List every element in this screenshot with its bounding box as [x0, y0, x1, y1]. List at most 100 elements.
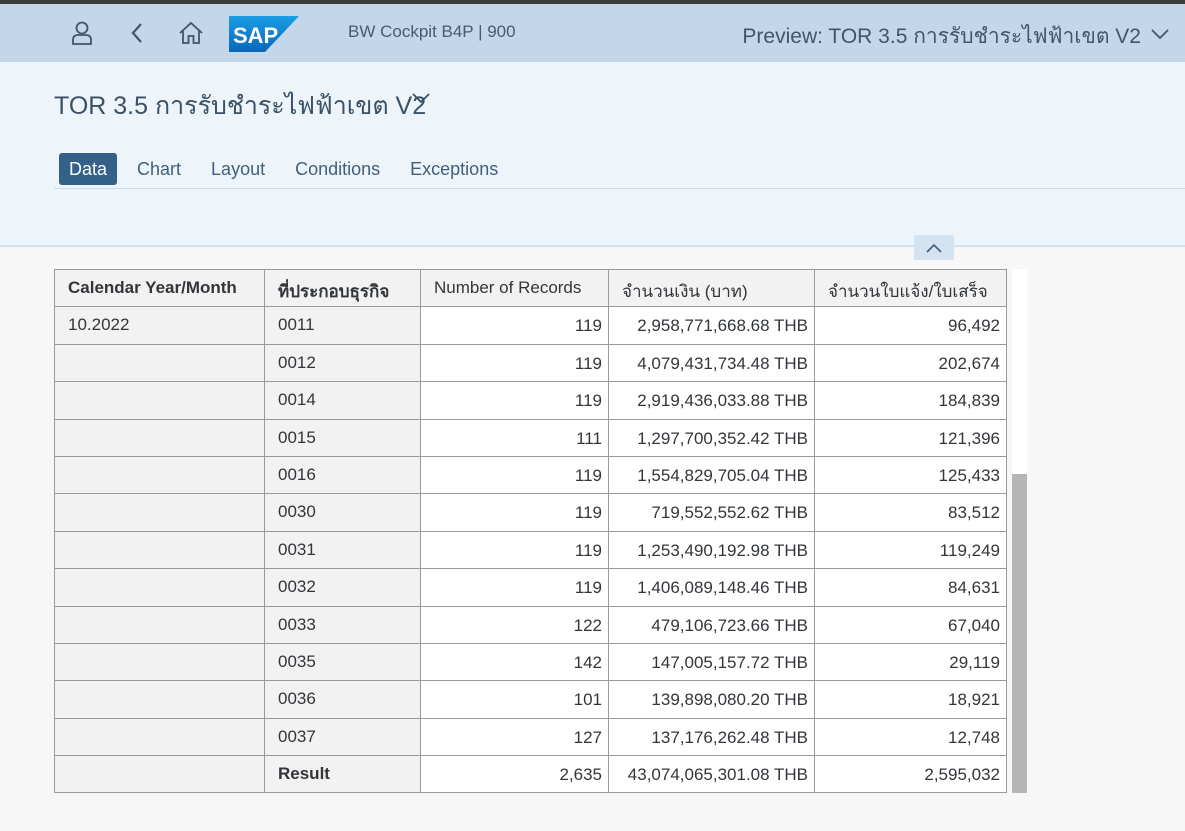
cell-record-count[interactable]: 119 — [420, 343, 609, 383]
cell-invoice-count[interactable]: 202,674 — [814, 343, 1007, 383]
cell-record-count[interactable]: 119 — [420, 381, 609, 420]
cell-business-place[interactable]: 0015 — [264, 418, 421, 457]
cell-business-place[interactable]: 0011 — [264, 306, 421, 345]
data-grid: Calendar Year/Month ที่ประกอบธุรกิจ Numb… — [54, 268, 1007, 794]
cell-record-count[interactable]: 142 — [420, 642, 609, 682]
cell-record-count[interactable]: 127 — [420, 717, 609, 757]
page-header: TOR 3.5 การรับชำระไฟฟ้าเขต V2 Data Chart… — [0, 62, 1185, 247]
cell-calendar-month[interactable] — [54, 717, 265, 757]
cell-invoice-count[interactable]: 184,839 — [814, 381, 1007, 420]
cell-amount[interactable]: 1,554,829,705.04 THB — [608, 455, 815, 495]
table-row: 0015 111 1,297,700,352.42 THB 121,396 — [54, 418, 1007, 457]
cell-amount[interactable]: 137,176,262.48 THB — [608, 717, 815, 757]
sap-logo[interactable]: SAP — [229, 16, 299, 52]
header-invoice-count[interactable]: จำนวนใบแจ้ง/ใบเสร็จ — [814, 268, 1007, 308]
tabs-divider — [54, 188, 1185, 189]
cell-calendar-month[interactable] — [54, 568, 265, 607]
cell-amount[interactable]: 1,406,089,148.46 THB — [608, 568, 815, 607]
cell-amount[interactable]: 139,898,080.20 THB — [608, 680, 815, 719]
cell-amount[interactable]: 43,074,065,301.08 THB — [608, 755, 815, 794]
cell-invoice-count[interactable]: 67,040 — [814, 605, 1007, 644]
cell-invoice-count[interactable]: 18,921 — [814, 680, 1007, 719]
cell-business-place[interactable]: Result — [264, 755, 421, 794]
cell-amount[interactable]: 2,958,771,668.68 THB — [608, 306, 815, 345]
cell-invoice-count[interactable]: 125,433 — [814, 455, 1007, 495]
page-title: TOR 3.5 การรับชำระไฟฟ้าเขต V2 — [54, 92, 427, 120]
cell-calendar-month[interactable] — [54, 680, 265, 719]
cell-invoice-count[interactable]: 121,396 — [814, 418, 1007, 457]
cell-business-place[interactable]: 0016 — [264, 455, 421, 495]
cell-record-count[interactable]: 2,635 — [420, 755, 609, 794]
table-row: 0037 127 137,176,262.48 THB 12,748 — [54, 717, 1007, 757]
cell-amount[interactable]: 719,552,552.62 THB — [608, 493, 815, 532]
cell-amount[interactable]: 147,005,157.72 THB — [608, 642, 815, 682]
cell-record-count[interactable]: 119 — [420, 493, 609, 532]
cell-business-place[interactable]: 0035 — [264, 642, 421, 682]
cell-amount[interactable]: 1,253,490,192.98 THB — [608, 530, 815, 570]
tab-layout[interactable]: Layout — [201, 153, 275, 185]
tab-chart[interactable]: Chart — [127, 153, 191, 185]
cell-invoice-count[interactable]: 96,492 — [814, 306, 1007, 345]
cell-invoice-count[interactable]: 29,119 — [814, 642, 1007, 682]
cell-calendar-month[interactable] — [54, 455, 265, 495]
preview-title[interactable]: Preview: TOR 3.5 การรับชำระไฟฟ้าเขต V2 — [742, 20, 1141, 53]
result-row: Result 2,635 43,074,065,301.08 THB 2,595,03… — [54, 755, 1007, 794]
cell-record-count[interactable]: 119 — [420, 455, 609, 495]
cell-invoice-count[interactable]: 83,512 — [814, 493, 1007, 532]
cell-record-count[interactable]: 119 — [420, 530, 609, 570]
shell-bar: SAP BW Cockpit B4P | 900 Preview: TOR 3.… — [0, 4, 1185, 62]
cell-record-count[interactable]: 119 — [420, 306, 609, 345]
tab-data[interactable]: Data — [59, 153, 118, 185]
tab-bar: Data Chart Layout Conditions Exceptions — [59, 153, 518, 185]
cell-calendar-month[interactable] — [54, 418, 265, 457]
cell-calendar-month[interactable] — [54, 605, 265, 644]
user-icon[interactable] — [67, 18, 97, 48]
collapse-header-button[interactable] — [914, 235, 954, 260]
header-calendar-year-month[interactable]: Calendar Year/Month — [54, 268, 265, 308]
cell-business-place[interactable]: 0014 — [264, 381, 421, 420]
table-row: 0032 119 1,406,089,148.46 THB 84,631 — [54, 568, 1007, 607]
cell-business-place[interactable]: 0031 — [264, 530, 421, 570]
cell-business-place[interactable]: 0036 — [264, 680, 421, 719]
cell-invoice-count[interactable]: 84,631 — [814, 568, 1007, 607]
table-row: 0033 122 479,106,723.66 THB 67,040 — [54, 605, 1007, 644]
cell-amount[interactable]: 2,919,436,033.88 THB — [608, 381, 815, 420]
cell-record-count[interactable]: 119 — [420, 568, 609, 607]
cell-business-place[interactable]: 0037 — [264, 717, 421, 757]
cell-amount[interactable]: 479,106,723.66 THB — [608, 605, 815, 644]
cell-calendar-month[interactable] — [54, 755, 265, 794]
cell-calendar-month[interactable]: 10.2022 — [54, 306, 265, 345]
table-row: 0016 119 1,554,829,705.04 THB 125,433 — [54, 455, 1007, 495]
back-arrow-icon[interactable] — [122, 18, 152, 48]
cell-invoice-count[interactable]: 2,595,032 — [814, 755, 1007, 794]
cell-business-place[interactable]: 0032 — [264, 568, 421, 607]
cell-invoice-count[interactable]: 12,748 — [814, 717, 1007, 757]
tab-conditions[interactable]: Conditions — [285, 153, 390, 185]
title-chevron-down-icon[interactable] — [410, 90, 432, 106]
cell-amount[interactable]: 4,079,431,734.48 THB — [608, 343, 815, 383]
cell-record-count[interactable]: 111 — [420, 418, 609, 457]
chevron-up-icon — [926, 243, 942, 253]
tab-exceptions[interactable]: Exceptions — [400, 153, 508, 185]
cell-calendar-month[interactable] — [54, 642, 265, 682]
cell-record-count[interactable]: 101 — [420, 680, 609, 719]
cell-record-count[interactable]: 122 — [420, 605, 609, 644]
table-row: 0031 119 1,253,490,192.98 THB 119,249 — [54, 530, 1007, 570]
cell-amount[interactable]: 1,297,700,352.42 THB — [608, 418, 815, 457]
cell-invoice-count[interactable]: 119,249 — [814, 530, 1007, 570]
header-amount-baht[interactable]: จำนวนเงิน (บาท) — [608, 268, 815, 308]
cell-calendar-month[interactable] — [54, 530, 265, 570]
table-row: 10.2022 0011 119 2,958,771,668.68 THB 96,492 — [54, 306, 1007, 345]
cell-calendar-month[interactable] — [54, 381, 265, 420]
svg-text:SAP: SAP — [233, 23, 278, 48]
cell-business-place[interactable]: 0033 — [264, 605, 421, 644]
vertical-scrollbar-thumb[interactable] — [1012, 474, 1027, 793]
cell-business-place[interactable]: 0030 — [264, 493, 421, 532]
chevron-down-icon[interactable] — [1149, 26, 1171, 42]
header-number-of-records[interactable]: Number of Records — [420, 268, 609, 308]
header-business-place[interactable]: ที่ประกอบธุรกิจ — [264, 268, 421, 308]
home-icon[interactable] — [176, 18, 206, 48]
cell-calendar-month[interactable] — [54, 343, 265, 383]
cell-business-place[interactable]: 0012 — [264, 343, 421, 383]
cell-calendar-month[interactable] — [54, 493, 265, 532]
